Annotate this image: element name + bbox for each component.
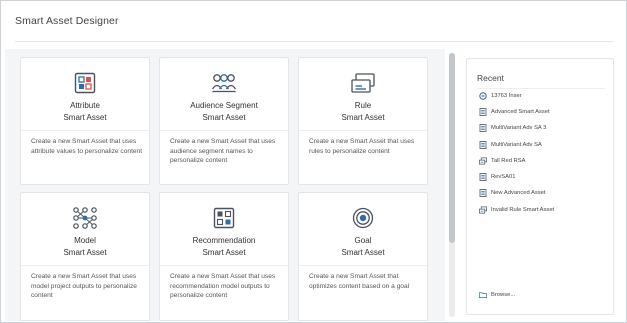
document-icon [479, 189, 487, 197]
recent-title: Recent [477, 73, 504, 83]
card-divider [299, 265, 427, 266]
rule-icon [350, 72, 376, 94]
model-icon [72, 207, 98, 229]
recent-item-label: Advanced Smart Asset [491, 109, 550, 115]
card-rule[interactable]: Rule Smart Asset Create a new Smart Asse… [298, 57, 428, 185]
recent-item-label: RevSA01 [491, 174, 516, 180]
rule-asset-icon [479, 157, 487, 165]
recommendation-icon [213, 207, 235, 229]
card-title: Model [74, 236, 96, 245]
browse-link[interactable]: Browse... [479, 289, 515, 301]
goal-icon [352, 207, 374, 229]
card-audience-segment[interactable]: Audience Segment Smart Asset Create a ne… [159, 57, 289, 185]
recent-item[interactable]: New Advanced Asset [479, 187, 545, 199]
card-description: Create a new Smart Asset that uses attri… [31, 138, 143, 155]
card-description: Create a new Smart Asset that uses model… [31, 273, 137, 300]
card-subtitle: Smart Asset [63, 113, 107, 122]
card-subtitle: Smart Asset [202, 248, 246, 257]
recent-item[interactable]: Advanced Smart Asset [479, 106, 550, 118]
card-title: Recommendation [192, 236, 256, 245]
card-grid: Attribute Smart Asset Create a new Smart… [5, 49, 445, 321]
recent-item[interactable]: MultiVariant Adv SA 3 [479, 122, 546, 134]
recent-item-label: Invalid Rule Smart Asset [491, 207, 555, 213]
card-divider [160, 130, 288, 131]
recent-item[interactable]: 13763 Inser [479, 90, 522, 102]
recent-item[interactable]: Invalid Rule Smart Asset [479, 204, 554, 216]
recent-item-label: New Advanced Asset [491, 190, 546, 196]
recent-item-label: Tall Red RSA [491, 158, 526, 164]
card-description: Create a new Smart Asset that uses audie… [170, 138, 276, 165]
recent-item[interactable]: MultiVariant Adv SA [479, 139, 542, 151]
card-description: Create a new Smart Asset that optimizes … [309, 273, 410, 290]
card-divider [299, 130, 427, 131]
card-title: Attribute [70, 101, 100, 110]
app-window: Smart Asset Designer Attribute Smart Ass… [0, 0, 627, 323]
card-title: Goal [354, 236, 372, 245]
card-grid-scrollbar-thumb[interactable] [449, 53, 455, 243]
card-subtitle: Smart Asset [202, 113, 246, 122]
card-model[interactable]: Model Smart Asset Create a new Smart Ass… [20, 192, 150, 321]
link-icon [479, 92, 487, 100]
recent-item-label: MultiVariant Adv SA [491, 142, 542, 148]
document-icon [479, 141, 487, 149]
card-divider [21, 130, 149, 131]
recent-divider [477, 88, 605, 89]
document-icon [479, 124, 487, 132]
card-title: Audience Segment [190, 101, 258, 110]
card-title: Rule [354, 101, 372, 110]
card-divider [21, 265, 149, 266]
recent-item-label: MultiVariant Adv SA 3 [491, 125, 547, 131]
card-goal[interactable]: Goal Smart Asset Create a new Smart Asse… [298, 192, 428, 321]
card-subtitle: Smart Asset [341, 113, 385, 122]
document-icon [479, 173, 487, 181]
card-description: Create a new Smart Asset that uses rules… [309, 138, 415, 155]
document-icon [479, 108, 487, 116]
card-recommendation[interactable]: Recommendation Smart Asset Create a new … [159, 192, 289, 321]
audience-segment-icon [211, 72, 237, 94]
title-divider [15, 41, 613, 42]
card-description: Create a new Smart Asset that uses recom… [170, 273, 276, 300]
card-divider [160, 265, 288, 266]
rule-asset-icon [479, 206, 487, 214]
app-title: Smart Asset Designer [15, 15, 119, 27]
folder-icon [479, 291, 487, 299]
browse-label: Browse... [491, 292, 516, 298]
recent-item[interactable]: Tall Red RSA [479, 155, 525, 167]
recent-item[interactable]: RevSA01 [479, 171, 516, 183]
recent-item-label: 13763 Inser [491, 93, 522, 99]
recent-panel: Recent 13763 Inser Advanced Smart Asset … [466, 58, 614, 315]
card-attribute[interactable]: Attribute Smart Asset Create a new Smart… [20, 57, 150, 185]
attribute-icon [74, 72, 96, 94]
card-subtitle: Smart Asset [341, 248, 385, 257]
card-subtitle: Smart Asset [63, 248, 107, 257]
